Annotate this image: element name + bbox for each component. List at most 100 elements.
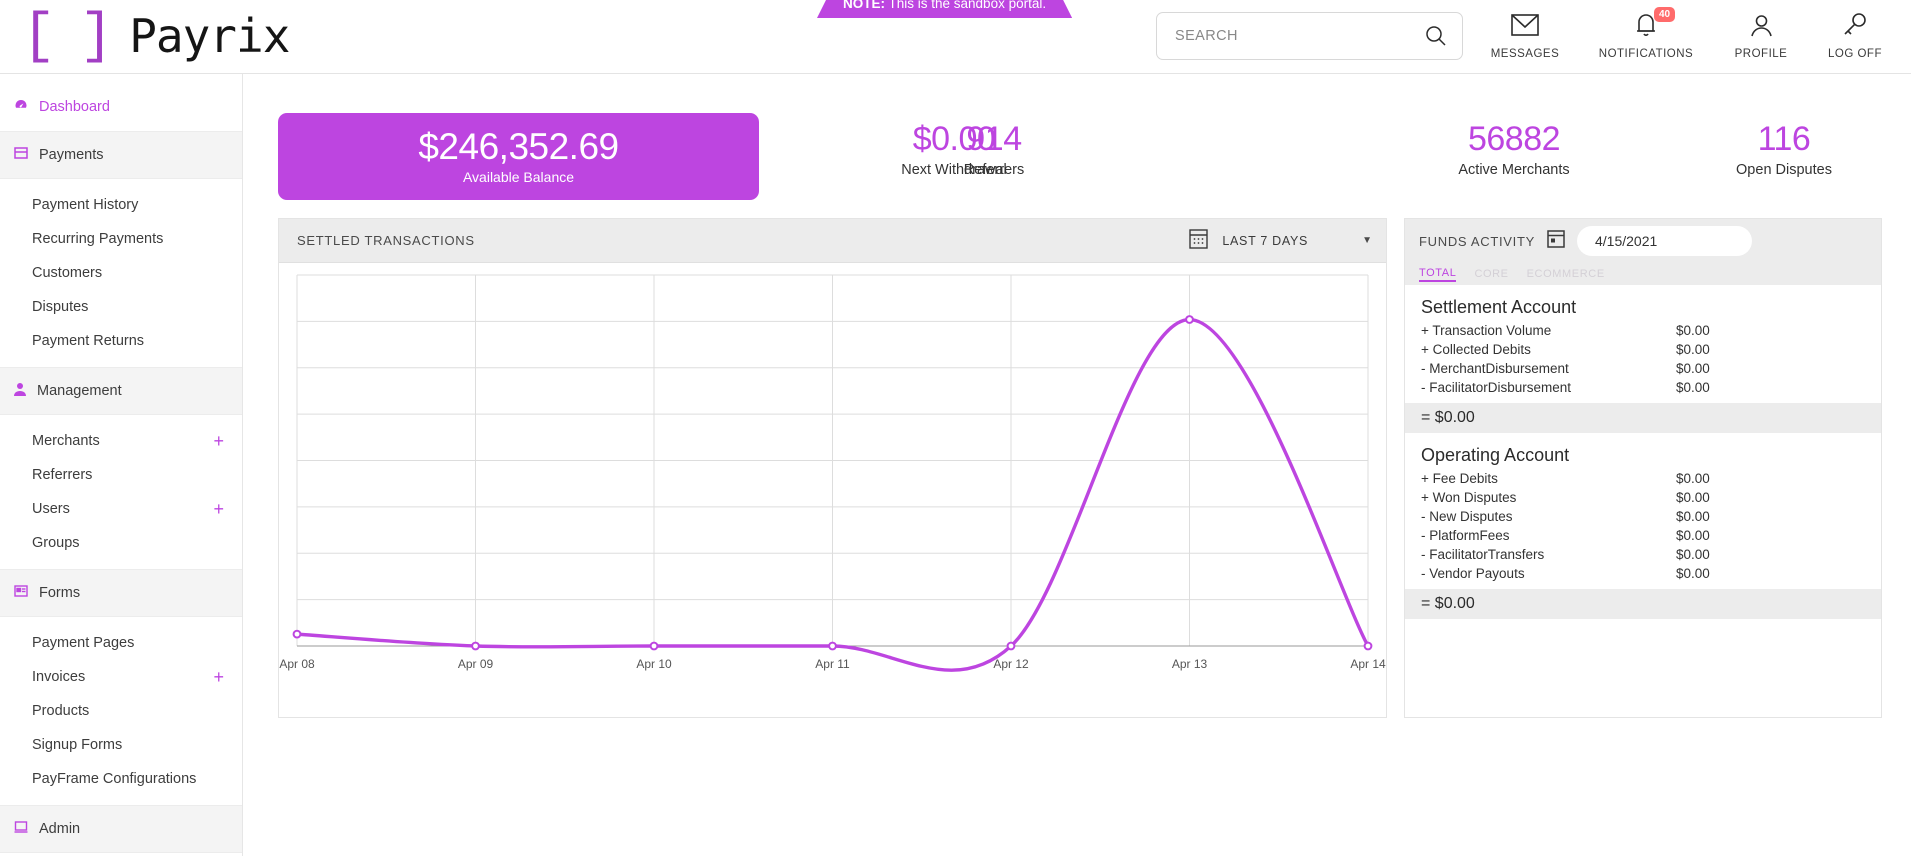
account-line-item: - MerchantDisbursement $0.00 bbox=[1421, 359, 1865, 378]
sidebar-item-merchants[interactable]: Merchants + bbox=[0, 424, 242, 458]
settled-transactions-chart: Apr 08 Apr 09 Apr 10 Apr 11 Apr 12 Apr 13 Apr … bbox=[279, 274, 1386, 672]
kpi-active-merchants: 56882 Active Merchants bbox=[1364, 120, 1664, 178]
sidebar-group-forms[interactable]: Forms bbox=[0, 569, 242, 617]
sidebar-item-payment-returns[interactable]: Payment Returns bbox=[0, 324, 242, 358]
sidebar-item-products[interactable]: Products bbox=[0, 694, 242, 728]
monitor-icon bbox=[14, 821, 28, 837]
sidebar-item-label: Recurring Payments bbox=[32, 231, 164, 247]
line-item-label: - PlatformFees bbox=[1421, 528, 1510, 543]
funds-tab-total[interactable]: TOTAL bbox=[1419, 267, 1457, 282]
sidebar-item-label: Products bbox=[32, 703, 90, 719]
add-icon[interactable]: + bbox=[213, 500, 224, 518]
logo-bracket-right-icon: ] bbox=[79, 4, 114, 68]
sidebar-group-dashboard[interactable]: Dashboard bbox=[0, 83, 242, 131]
kpi-label: Referrers bbox=[963, 162, 1025, 178]
line-item-label: - MerchantDisbursement bbox=[1421, 361, 1569, 376]
settled-transactions-panel: SETTLED TRANSACTIONS LAST 7 DAYS ▼ Apr 0… bbox=[278, 218, 1387, 718]
svg-text:Apr 11: Apr 11 bbox=[815, 657, 850, 671]
account-line-item: - Vendor Payouts $0.00 bbox=[1421, 564, 1865, 583]
account-total: = $0.00 bbox=[1405, 589, 1881, 619]
sidebar-item-label: Disputes bbox=[32, 299, 89, 315]
account-line-item: - PlatformFees $0.00 bbox=[1421, 526, 1865, 545]
line-item-amount: $0.00 bbox=[1676, 547, 1710, 562]
line-item-amount: $0.00 bbox=[1676, 361, 1710, 376]
line-item-label: + Won Disputes bbox=[1421, 490, 1517, 505]
sidebar-item-signup-forms[interactable]: Signup Forms bbox=[0, 728, 242, 762]
header-action-notifications[interactable]: 40 NOTIFICATIONS bbox=[1591, 7, 1701, 60]
sidebar-item-disputes[interactable]: Disputes bbox=[0, 290, 242, 324]
sidebar-item-label: Payment Returns bbox=[32, 333, 145, 349]
card-icon bbox=[14, 147, 28, 163]
search-input[interactable] bbox=[1175, 13, 1410, 59]
header-action-logoff[interactable]: LOG OFF bbox=[1800, 10, 1910, 60]
sandbox-banner-text: This is the sandbox portal. bbox=[888, 0, 1047, 11]
svg-text:Apr 10: Apr 10 bbox=[636, 657, 672, 671]
account-line-item: - FacilitatorTransfers $0.00 bbox=[1421, 545, 1865, 564]
kpi-referrers: 914 Referrers bbox=[864, 120, 1124, 178]
funds-title: FUNDS ACTIVITY bbox=[1419, 233, 1535, 249]
header-action-messages[interactable]: MESSAGES bbox=[1470, 10, 1580, 60]
account-line-item: - New Disputes $0.00 bbox=[1421, 507, 1865, 526]
chart-range-selector[interactable]: LAST 7 DAYS ▼ bbox=[1189, 228, 1372, 254]
account-total: = $0.00 bbox=[1405, 403, 1881, 433]
sidebar: Dashboard Payments Payment History Recurrin… bbox=[0, 74, 243, 856]
line-item-label: + Collected Debits bbox=[1421, 342, 1531, 357]
kpi-label: Active Merchants bbox=[1458, 162, 1570, 178]
sidebar-item-invoices[interactable]: Invoices + bbox=[0, 660, 242, 694]
line-item-amount: $0.00 bbox=[1676, 509, 1710, 524]
sidebar-item-customers[interactable]: Customers bbox=[0, 256, 242, 290]
funds-tab-core[interactable]: CORE bbox=[1474, 268, 1508, 280]
sidebar-item-label: Groups bbox=[32, 535, 80, 551]
key-icon bbox=[1800, 10, 1910, 40]
sidebar-group-admin[interactable]: Admin bbox=[0, 805, 242, 853]
envelope-icon bbox=[1470, 10, 1580, 40]
line-item-amount: $0.00 bbox=[1676, 566, 1710, 581]
chevron-down-icon[interactable]: ▼ bbox=[1362, 235, 1372, 246]
header-action-label: NOTIFICATIONS bbox=[1598, 48, 1694, 60]
sidebar-item-recurring-payments[interactable]: Recurring Payments bbox=[0, 222, 242, 256]
app-logo[interactable]: [ ] Payrix bbox=[22, 4, 290, 68]
line-item-label: - New Disputes bbox=[1421, 509, 1513, 524]
sidebar-item-payment-pages[interactable]: Payment Pages bbox=[0, 626, 242, 660]
user-icon bbox=[14, 382, 26, 400]
sidebar-item-label: Payment Pages bbox=[32, 635, 135, 651]
sidebar-nav: Dashboard Payments Payment History Recurrin… bbox=[0, 83, 242, 856]
add-icon[interactable]: + bbox=[213, 668, 224, 686]
search-box[interactable] bbox=[1156, 12, 1463, 60]
line-item-label: - FacilitatorTransfers bbox=[1421, 547, 1545, 562]
sidebar-item-users[interactable]: Users + bbox=[0, 492, 242, 526]
sidebar-item-label: Invoices bbox=[32, 669, 86, 685]
sidebar-item-referrers[interactable]: Referrers bbox=[0, 458, 242, 492]
kpi-value: 914 bbox=[966, 120, 1022, 158]
sidebar-item-payframe-configurations[interactable]: PayFrame Configurations bbox=[0, 762, 242, 796]
sidebar-item-payment-history[interactable]: Payment History bbox=[0, 188, 242, 222]
chart-title: SETTLED TRANSACTIONS bbox=[297, 233, 475, 248]
kpi-open-disputes: 116 Open Disputes bbox=[1654, 120, 1911, 178]
line-item-amount: $0.00 bbox=[1676, 323, 1710, 338]
chart-header: SETTLED TRANSACTIONS LAST 7 DAYS ▼ bbox=[279, 219, 1386, 263]
sidebar-group-management[interactable]: Management bbox=[0, 367, 242, 415]
chart-range-label: LAST 7 DAYS bbox=[1222, 233, 1309, 248]
svg-text:Apr 13: Apr 13 bbox=[1172, 657, 1208, 671]
logo-bracket-left-icon: [ bbox=[22, 4, 56, 68]
account-line-item: + Fee Debits $0.00 bbox=[1421, 469, 1865, 488]
sidebar-group-label: Dashboard bbox=[39, 99, 110, 115]
line-item-label: + Transaction Volume bbox=[1421, 323, 1552, 338]
sidebar-item-groups[interactable]: Groups bbox=[0, 526, 242, 560]
line-item-label: + Fee Debits bbox=[1421, 471, 1498, 486]
main-content: $246,352.69 Available Balance $0.00 Next… bbox=[259, 90, 1891, 856]
calendar-icon[interactable] bbox=[1547, 229, 1565, 253]
funds-tab-ecommerce[interactable]: ECOMMERCE bbox=[1527, 268, 1605, 280]
form-icon bbox=[14, 585, 28, 601]
add-icon[interactable]: + bbox=[213, 432, 224, 450]
funds-date-input[interactable] bbox=[1576, 226, 1752, 256]
account-line-item: + Transaction Volume $0.00 bbox=[1421, 321, 1865, 340]
sidebar-group-payments[interactable]: Payments bbox=[0, 131, 242, 179]
account-line-item: + Collected Debits $0.00 bbox=[1421, 340, 1865, 359]
notifications-badge: 40 bbox=[1654, 7, 1676, 22]
search-icon[interactable] bbox=[1424, 24, 1448, 48]
